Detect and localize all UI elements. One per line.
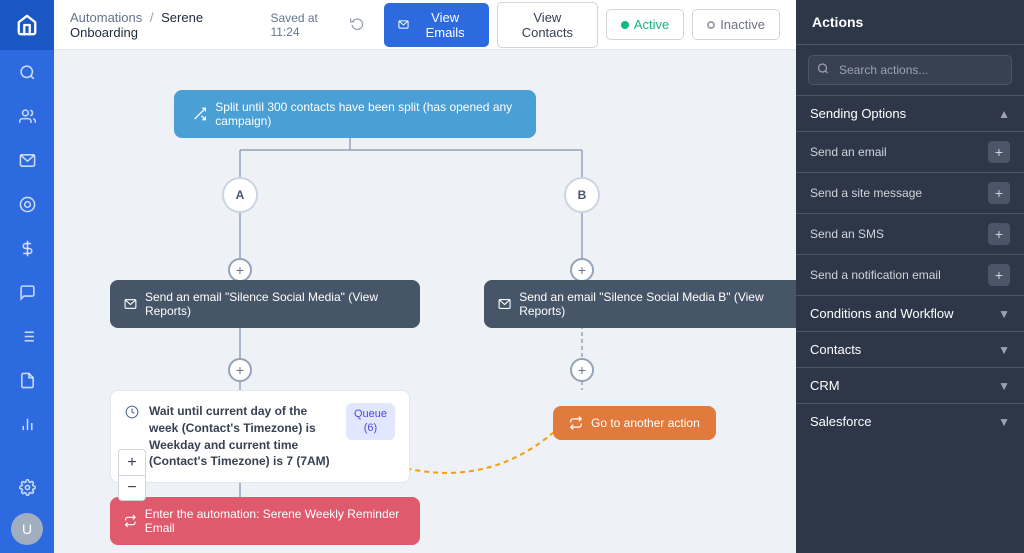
enter-node-text: Enter the automation: Serene Weekly Remi… <box>145 507 406 535</box>
wait-node-text: Wait until current day of the week (Cont… <box>149 403 336 470</box>
goto-node-text: Go to another action <box>591 416 700 430</box>
inactive-dot-icon <box>707 21 715 29</box>
actions-panel: Actions Sending Options ▲ Send an email … <box>796 0 1024 553</box>
section-crm[interactable]: CRM ▼ <box>796 367 1024 403</box>
email-icon-a <box>124 297 137 311</box>
queue-badge: Queue (6) <box>346 403 395 440</box>
nav-messages[interactable] <box>0 270 54 314</box>
section-contacts[interactable]: Contacts ▼ <box>796 331 1024 367</box>
topbar: Automations / Serene Onboarding Saved at… <box>54 0 796 50</box>
queue-label: Queue <box>354 407 387 421</box>
section-salesforce[interactable]: Salesforce ▼ <box>796 403 1024 439</box>
nav-search[interactable] <box>0 50 54 94</box>
wait-node[interactable]: Wait until current day of the week (Cont… <box>110 390 410 483</box>
plus-below-email-a[interactable]: + <box>228 358 252 382</box>
action-send-sms[interactable]: Send an SMS + <box>796 213 1024 254</box>
active-dot-icon <box>621 21 629 29</box>
section-sending-options[interactable]: Sending Options ▲ <box>796 95 1024 131</box>
goto-node[interactable]: Go to another action <box>553 406 716 440</box>
queue-count: (6) <box>354 421 387 435</box>
plus-a[interactable]: + <box>228 258 252 282</box>
section-conditions-workflow[interactable]: Conditions and Workflow ▼ <box>796 295 1024 331</box>
enter-automation-node[interactable]: Enter the automation: Serene Weekly Remi… <box>110 497 420 545</box>
zoom-in-button[interactable]: + <box>118 449 146 475</box>
saved-info: Saved at 11:24 <box>270 11 364 39</box>
clock-icon <box>125 405 139 422</box>
breadcrumb: Automations / Serene Onboarding <box>70 10 262 40</box>
zoom-out-button[interactable]: − <box>118 475 146 501</box>
email-node-b-text: Send an email "Silence Social Media B" (… <box>519 290 796 318</box>
chevron-down-icon-cw: ▼ <box>998 307 1010 321</box>
email-node-b[interactable]: Send an email "Silence Social Media B" (… <box>484 280 796 328</box>
refresh-icon[interactable] <box>350 16 364 33</box>
action-send-notification[interactable]: Send a notification email + <box>796 254 1024 295</box>
nav-list[interactable] <box>0 314 54 358</box>
plus-b[interactable]: + <box>570 258 594 282</box>
nav-reports[interactable] <box>0 358 54 402</box>
branch-a-circle: A <box>222 177 258 213</box>
search-input[interactable] <box>808 55 1012 85</box>
main-area: Automations / Serene Onboarding Saved at… <box>54 0 796 553</box>
split-box[interactable]: Split until 300 contacts have been split… <box>174 90 536 138</box>
plus-below-email-b[interactable]: + <box>570 358 594 382</box>
automation-canvas: Split until 300 contacts have been split… <box>54 50 796 553</box>
left-navigation: U <box>0 0 54 553</box>
nav-analytics[interactable] <box>0 402 54 446</box>
topbar-actions: View Emails View Contacts Active Inactiv… <box>384 2 780 48</box>
avatar[interactable]: U <box>11 513 43 545</box>
nav-settings[interactable] <box>0 465 54 509</box>
split-node: Split until 300 contacts have been split… <box>174 90 536 138</box>
add-send-site-message-button[interactable]: + <box>988 182 1010 204</box>
view-contacts-button[interactable]: View Contacts <box>497 2 598 48</box>
chevron-down-icon-sf: ▼ <box>998 415 1010 429</box>
nav-campaigns[interactable] <box>0 182 54 226</box>
inactive-button[interactable]: Inactive <box>692 9 780 40</box>
add-send-email-button[interactable]: + <box>988 141 1010 163</box>
nav-revenue[interactable] <box>0 226 54 270</box>
view-emails-button[interactable]: View Emails <box>384 3 489 47</box>
enter-icon <box>124 514 137 528</box>
saved-text: Saved at 11:24 <box>270 11 344 39</box>
split-node-text: Split until 300 contacts have been split… <box>215 100 518 128</box>
add-send-sms-button[interactable]: + <box>988 223 1010 245</box>
search-box <box>808 55 1012 85</box>
action-send-site-message[interactable]: Send a site message + <box>796 172 1024 213</box>
email-icon-b <box>498 297 511 311</box>
active-button[interactable]: Active <box>606 9 684 40</box>
action-send-email[interactable]: Send an email + <box>796 131 1024 172</box>
email-node-a[interactable]: Send an email "Silence Social Media" (Vi… <box>110 280 420 328</box>
chevron-up-icon: ▲ <box>998 107 1010 121</box>
breadcrumb-root[interactable]: Automations <box>70 10 142 25</box>
branch-b-circle: B <box>564 177 600 213</box>
nav-home[interactable] <box>0 0 54 50</box>
chevron-down-icon-crm: ▼ <box>998 379 1010 393</box>
nav-email[interactable] <box>0 138 54 182</box>
nav-contacts[interactable] <box>0 94 54 138</box>
panel-title: Actions <box>796 0 1024 45</box>
chevron-down-icon-c: ▼ <box>998 343 1010 357</box>
goto-icon <box>569 416 583 430</box>
zoom-controls: + − <box>118 449 146 501</box>
email-node-a-text: Send an email "Silence Social Media" (Vi… <box>145 290 406 318</box>
search-icon <box>817 63 829 78</box>
add-send-notification-button[interactable]: + <box>988 264 1010 286</box>
split-icon <box>192 105 207 123</box>
